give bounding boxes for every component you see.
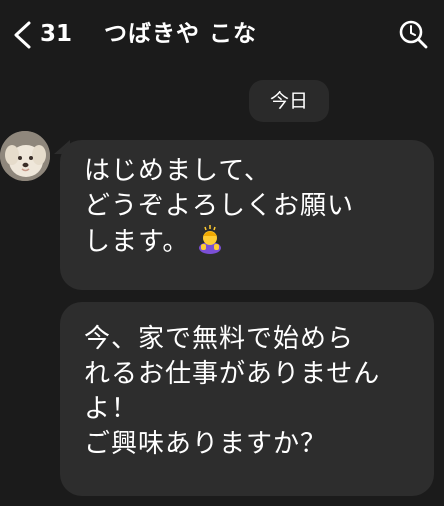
message-line: よ！: [84, 394, 139, 424]
dog-avatar-image: [0, 131, 50, 181]
message-line: ご興味ありますか？: [84, 429, 328, 459]
chat-title: つばきや こな: [104, 21, 258, 47]
person-bowing-emoji-icon: [199, 225, 222, 254]
search-icon[interactable]: [398, 19, 428, 49]
chevron-left-icon[interactable]: [10, 20, 34, 50]
message-line-with-emoji: します。: [84, 224, 418, 260]
message-bubble[interactable]: はじめまして、 どうぞよろしくお願い します。: [60, 140, 434, 290]
avatar[interactable]: [0, 131, 50, 181]
unread-count[interactable]: 31: [40, 18, 72, 50]
chat-header: 31 つばきや こな: [0, 0, 444, 66]
date-separator: 今日: [249, 80, 329, 122]
message-line: れるお仕事がありません: [84, 359, 381, 389]
message-line: どうぞよろしくお願い: [84, 191, 355, 221]
message-line: 今、家で無料で始めら: [84, 324, 355, 354]
message-line-text: します。: [84, 227, 190, 257]
message-bubble[interactable]: 今、家で無料で始めら れるお仕事がありません よ！ ご興味ありますか？: [60, 302, 434, 496]
message-line: はじめまして、: [84, 156, 271, 186]
